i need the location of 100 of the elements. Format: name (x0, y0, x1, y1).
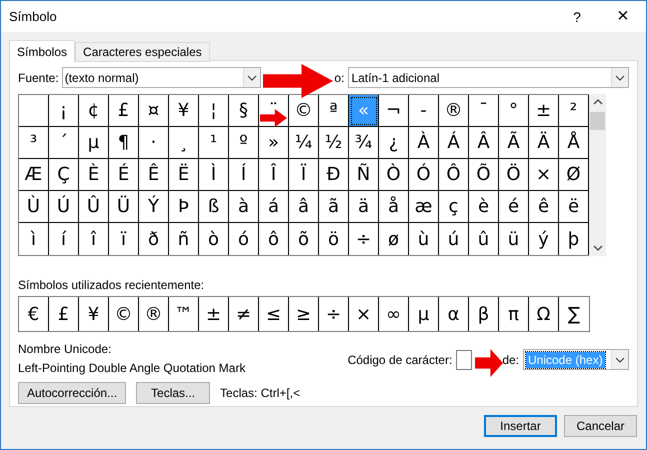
symbol-cell[interactable]: © (289, 95, 319, 127)
unicode-name: Left-Pointing Double Angle Quotation Mark (18, 361, 246, 375)
scroll-up-icon[interactable] (592, 97, 602, 107)
symbol-cell[interactable]: à (229, 191, 259, 223)
window-title: Símbolo (9, 9, 58, 24)
symbol-cell[interactable]: Î (259, 159, 289, 191)
symbol-cell[interactable]: ¬ (379, 95, 409, 127)
symbol-cell[interactable]: ¥ (169, 95, 199, 127)
symbol-cell[interactable]: ³ (19, 127, 49, 159)
symbol-cell[interactable]: § (229, 95, 259, 127)
symbol-cell[interactable]: ² (559, 95, 589, 127)
symbol-cell[interactable]: é (499, 191, 529, 223)
symbol-cell[interactable]: Ó (409, 159, 439, 191)
symbol-cell[interactable]: É (109, 159, 139, 191)
symbol-cell[interactable]: - (409, 95, 439, 127)
character-code-field[interactable] (456, 350, 472, 370)
symbol-cell[interactable]: Á (439, 127, 469, 159)
scroll-down-icon[interactable] (592, 243, 602, 253)
symbol-cell[interactable]: Ï (289, 159, 319, 191)
symbol-cell[interactable]: × (529, 159, 559, 191)
unicode-name-label: Nombre Unicode: (18, 342, 112, 356)
symbol-cell[interactable]: ° (499, 95, 529, 127)
symbol-cell[interactable]: ¤ (139, 95, 169, 127)
symbol-cell[interactable]: ± (529, 95, 559, 127)
symbol-cell[interactable]: Ù (19, 191, 49, 223)
symbol-cell[interactable]: Â (469, 127, 499, 159)
symbol-cell[interactable]: ¾ (349, 127, 379, 159)
symbol-cell[interactable]: Õ (469, 159, 499, 191)
symbol-cell[interactable]: È (79, 159, 109, 191)
symbol-cell[interactable]: è (469, 191, 499, 223)
symbol-cell[interactable]: ¸ (169, 127, 199, 159)
symbol-cell[interactable]: Ö (499, 159, 529, 191)
symbol-cell[interactable]: Æ (19, 159, 49, 191)
scrollbar[interactable] (589, 94, 606, 256)
footer-button[interactable]: Cancelar (564, 415, 637, 437)
recent-label: Símbolos utilizados recientemente: (18, 278, 206, 292)
symbol-cell[interactable]: â (289, 191, 319, 223)
symbol-cell[interactable]: À (409, 127, 439, 159)
symbol-cell[interactable]: Ü (109, 191, 139, 223)
subset-dropdown[interactable]: Latín-1 adicional (348, 67, 629, 88)
symbol-cell[interactable]: Þ (169, 191, 199, 223)
symbol-cell[interactable]: ¿ (379, 127, 409, 159)
symbol-cell[interactable]: £ (109, 95, 139, 127)
symbol-cell[interactable]: Ç (49, 159, 79, 191)
symbol-cell[interactable]: ½ (319, 127, 349, 159)
symbol-cell[interactable]: ë (559, 191, 589, 223)
symbol-cell[interactable]: ¡ (49, 95, 79, 127)
help-button[interactable]: ? (554, 1, 600, 32)
symbol-cell[interactable] (19, 95, 49, 127)
symbol-cell[interactable]: » (259, 127, 289, 159)
symbol-cell[interactable]: ê (529, 191, 559, 223)
symbol-cell[interactable]: µ (79, 127, 109, 159)
symbol-cell[interactable]: Ø (559, 159, 589, 191)
dialog-button[interactable]: Teclas... (136, 382, 210, 404)
symbol-cell[interactable]: ã (319, 191, 349, 223)
symbol-cell[interactable]: · (139, 127, 169, 159)
font-dropdown[interactable]: (texto normal) (62, 67, 262, 88)
close-button[interactable]: × (600, 1, 646, 32)
symbol-cell[interactable]: Ì (199, 159, 229, 191)
symbol-cell[interactable]: º (229, 127, 259, 159)
scroll-thumb[interactable] (590, 112, 605, 130)
dialog-button[interactable]: Autocorrección... (18, 382, 126, 404)
symbol-cell[interactable]: Ú (49, 191, 79, 223)
symbol-cell[interactable]: Ä (529, 127, 559, 159)
symbol-cell[interactable]: ¢ (79, 95, 109, 127)
recent-symbol[interactable]: ∑ (559, 297, 589, 331)
symbol-cell[interactable]: Ë (169, 159, 199, 191)
symbol-cell[interactable]: á (259, 191, 289, 223)
symbol-cell[interactable]: Ò (379, 159, 409, 191)
shortcut-text: Teclas: Ctrl+[,< (220, 386, 300, 400)
symbol-cell[interactable]: ¹ (199, 127, 229, 159)
symbol-cell[interactable]: ä (349, 191, 379, 223)
symbol-cell[interactable]: Å (559, 127, 589, 159)
symbol-cell[interactable]: ¼ (289, 127, 319, 159)
symbol-cell[interactable]: ç (439, 191, 469, 223)
symbol-cell[interactable]: ¶ (109, 127, 139, 159)
symbol-cell[interactable]: Ã (499, 127, 529, 159)
symbol-cell[interactable]: ¯ (469, 95, 499, 127)
symbol-cell[interactable]: Û (79, 191, 109, 223)
symbol-cell[interactable]: Í (229, 159, 259, 191)
symbol-cell[interactable]: ¦ (199, 95, 229, 127)
symbol-cell[interactable]: ® (439, 95, 469, 127)
footer-button[interactable]: Insertar (484, 415, 557, 437)
tab[interactable]: Símbolos (9, 40, 76, 62)
symbol-cell[interactable]: å (379, 191, 409, 223)
symbol-cell[interactable]: Ê (139, 159, 169, 191)
tab[interactable]: Caracteres especiales (75, 42, 210, 62)
symbol-cell[interactable]: Ñ (349, 159, 379, 191)
font-label: Fuente: (18, 70, 59, 84)
arrow-icon (263, 64, 333, 98)
symbol-cell[interactable]: æ (409, 191, 439, 223)
symbol-cell[interactable]: Ý (139, 191, 169, 223)
symbol-cell[interactable]: Ð (319, 159, 349, 191)
subset-label: o: (334, 70, 344, 84)
symbol-cell[interactable]: ß (199, 191, 229, 223)
arrow-icon (260, 109, 287, 127)
symbol-cell[interactable]: ´ (49, 127, 79, 159)
character-code-label: Código de carácter: (348, 352, 452, 366)
symbol-cell[interactable]: Ô (439, 159, 469, 191)
symbol-cell[interactable]: ª (319, 95, 349, 127)
